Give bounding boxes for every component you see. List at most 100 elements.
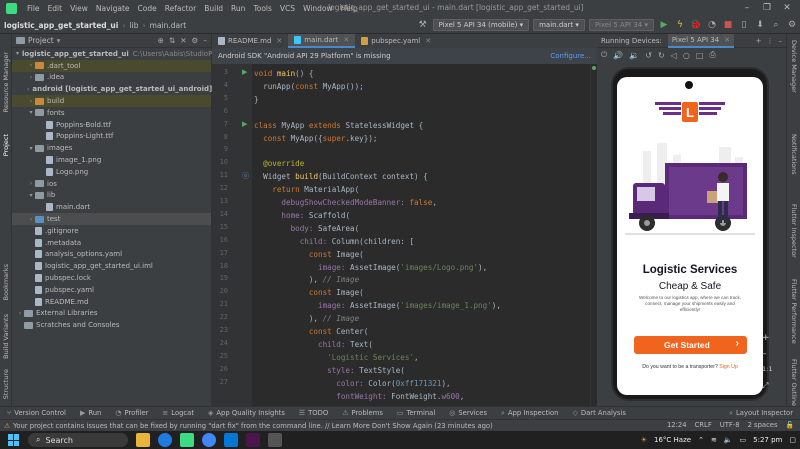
line-number[interactable]: 13 xyxy=(212,197,228,205)
line-number[interactable]: 24 xyxy=(212,339,228,347)
tree-item[interactable]: › ios xyxy=(12,178,211,190)
add-device-icon[interactable]: + xyxy=(756,37,762,45)
maximize-icon[interactable]: ❐ xyxy=(760,2,774,14)
code-editor[interactable]: void main() { runApp(const MyApp());} cla… xyxy=(252,64,590,406)
line-number[interactable]: 10 xyxy=(212,158,228,166)
line-number[interactable]: 15 xyxy=(212,223,228,231)
tree-item[interactable]: › External Libraries xyxy=(12,308,211,320)
line-number[interactable]: 5 xyxy=(212,94,228,102)
tool-window-dart-analysis[interactable]: ◇ Dart Analysis xyxy=(565,409,632,417)
search-icon[interactable]: ⌕ xyxy=(770,19,782,31)
line-number[interactable]: 19 xyxy=(212,274,228,282)
tree-item[interactable]: ▾ fonts xyxy=(12,107,211,119)
tree-item[interactable]: .metadata xyxy=(12,237,211,249)
close-icon[interactable]: ✕ xyxy=(780,2,794,14)
tree-item[interactable]: pubspec.lock xyxy=(12,272,211,284)
close-tab-icon[interactable]: ✕ xyxy=(343,36,349,44)
line-number[interactable]: 27 xyxy=(212,378,228,386)
line-number[interactable]: 9 xyxy=(212,145,228,153)
tree-item[interactable]: ▾ images xyxy=(12,142,211,154)
bookmarks-tab[interactable]: Bookmarks xyxy=(2,264,10,300)
overview-icon[interactable]: □ xyxy=(696,51,704,60)
close-tab-icon[interactable]: ✕ xyxy=(425,37,431,45)
notification-icon[interactable]: ▢ xyxy=(789,436,796,444)
chrome-icon[interactable] xyxy=(202,433,216,447)
tool-window-profiler[interactable]: ◔ Profiler xyxy=(108,409,155,417)
tree-item[interactable]: › .dart_tool xyxy=(12,59,211,72)
tree-item[interactable]: ▾ lib xyxy=(12,190,211,202)
expand-arrow-icon[interactable]: › xyxy=(27,98,35,105)
stop-icon[interactable]: ■ xyxy=(722,19,734,31)
get-started-button[interactable]: Get Started › xyxy=(634,336,747,354)
tree-item[interactable]: Poppins-Bold.ttf xyxy=(12,119,211,131)
device-manager-icon[interactable]: ▯ xyxy=(738,19,750,31)
tree-item[interactable]: › build xyxy=(12,95,211,107)
indent-setting[interactable]: 2 spaces xyxy=(748,421,778,429)
menu-run[interactable]: Run xyxy=(227,4,249,13)
status-message[interactable]: Your project contains issues that can be… xyxy=(13,422,493,430)
tree-item[interactable]: README.md xyxy=(12,296,211,308)
tool-window-logcat[interactable]: ≡ Logcat xyxy=(155,409,201,417)
phone-screen[interactable]: L Logistic Services Cheap & Safe Welcome… xyxy=(617,77,763,395)
expand-arrow-icon[interactable]: ▾ xyxy=(27,109,35,116)
run-icon[interactable]: ▶ xyxy=(658,19,670,31)
tool-window-problems[interactable]: ⚠ Problems xyxy=(335,409,390,417)
hammer-icon[interactable]: ⚒ xyxy=(417,19,429,31)
line-number[interactable]: 11 xyxy=(212,171,228,179)
taskbar-search[interactable]: ⌕ Search xyxy=(28,433,128,447)
breadcrumb-project[interactable]: logistic_app_get_started_ui xyxy=(0,21,122,30)
line-number[interactable]: 21 xyxy=(212,300,228,308)
clock[interactable]: 5:27 pm xyxy=(753,436,782,444)
tree-item[interactable]: pubspec.yaml xyxy=(12,284,211,296)
fit-screen-icon[interactable]: ⤢ xyxy=(762,381,768,391)
edge-icon[interactable] xyxy=(158,433,172,447)
line-number[interactable]: 25 xyxy=(212,352,228,360)
tree-item[interactable]: image_1.png xyxy=(12,154,211,166)
flutter-inspector-tab[interactable]: Flutter Inspector xyxy=(790,204,798,258)
chevron-up-icon[interactable]: ⌃ xyxy=(698,436,704,444)
tool-window-run[interactable]: ▶ Run xyxy=(73,409,108,417)
rotate-right-icon[interactable]: ↻ xyxy=(658,51,665,60)
expand-arrow-icon[interactable]: › xyxy=(27,86,29,93)
tree-item[interactable]: .gitignore xyxy=(12,225,211,237)
expand-arrow-icon[interactable]: ▾ xyxy=(16,50,19,57)
zoom-actual-size-icon[interactable]: 1:1 xyxy=(762,365,772,373)
flutter-outline-tab[interactable]: Flutter Outline xyxy=(790,359,798,406)
menu-build[interactable]: Build xyxy=(200,4,227,13)
app-icon[interactable] xyxy=(246,433,260,447)
line-number[interactable]: 6 xyxy=(212,107,228,115)
override-icon[interactable]: ⓞ xyxy=(242,171,249,181)
tree-item[interactable]: analysis_options.yaml xyxy=(12,249,211,261)
expand-arrow-icon[interactable]: › xyxy=(16,310,24,317)
menu-view[interactable]: View xyxy=(66,4,92,13)
windows-start-icon[interactable] xyxy=(8,434,20,446)
line-number[interactable]: 17 xyxy=(212,249,228,257)
tool-window-layout-inspector[interactable]: ⌕ Layout Inspector xyxy=(722,409,800,418)
run-gutter-icon[interactable]: ▶ xyxy=(242,68,247,76)
tool-window-app-inspection[interactable]: ⌕ App Inspection xyxy=(494,409,565,418)
zoom-out-icon[interactable]: – xyxy=(762,349,767,359)
tree-item[interactable]: › .idea xyxy=(12,72,211,84)
chevron-down-icon[interactable]: ▾ xyxy=(57,36,61,45)
tree-item[interactable]: › android [logistic_app_get_started_ui_an… xyxy=(12,83,212,95)
line-number[interactable]: 18 xyxy=(212,262,228,270)
tool-window-services[interactable]: ◎ Services xyxy=(442,409,494,417)
weather-text[interactable]: 16°C Haze xyxy=(654,436,691,444)
expand-arrow-icon[interactable]: › xyxy=(27,180,35,187)
minimize-panel-icon[interactable]: – xyxy=(779,37,783,45)
tree-item[interactable]: ▾ logistic_app_get_started_ui C:\Users\Aab… xyxy=(12,48,225,60)
hot-reload-icon[interactable]: ϟ xyxy=(674,19,686,31)
line-number[interactable]: 7 xyxy=(212,120,228,128)
store-icon[interactable] xyxy=(268,433,282,447)
menu-tools[interactable]: Tools xyxy=(249,4,275,13)
line-number[interactable]: 16 xyxy=(212,236,228,244)
volume-down-icon[interactable]: 🔉 xyxy=(629,51,639,60)
line-number[interactable]: 8 xyxy=(212,133,228,141)
breadcrumb-folder[interactable]: lib xyxy=(126,21,143,30)
tree-item[interactable]: Logo.png xyxy=(12,166,211,178)
editor-scrollbar[interactable] xyxy=(590,64,597,406)
device-tab[interactable]: Pixel 5 API 34 ✕ xyxy=(667,33,735,48)
device-selector[interactable]: Pixel 5 API 34 (mobile) ▾ xyxy=(432,19,530,31)
tree-item[interactable]: › test xyxy=(12,213,211,225)
flutter-performance-tab[interactable]: Flutter Performance xyxy=(790,279,798,344)
